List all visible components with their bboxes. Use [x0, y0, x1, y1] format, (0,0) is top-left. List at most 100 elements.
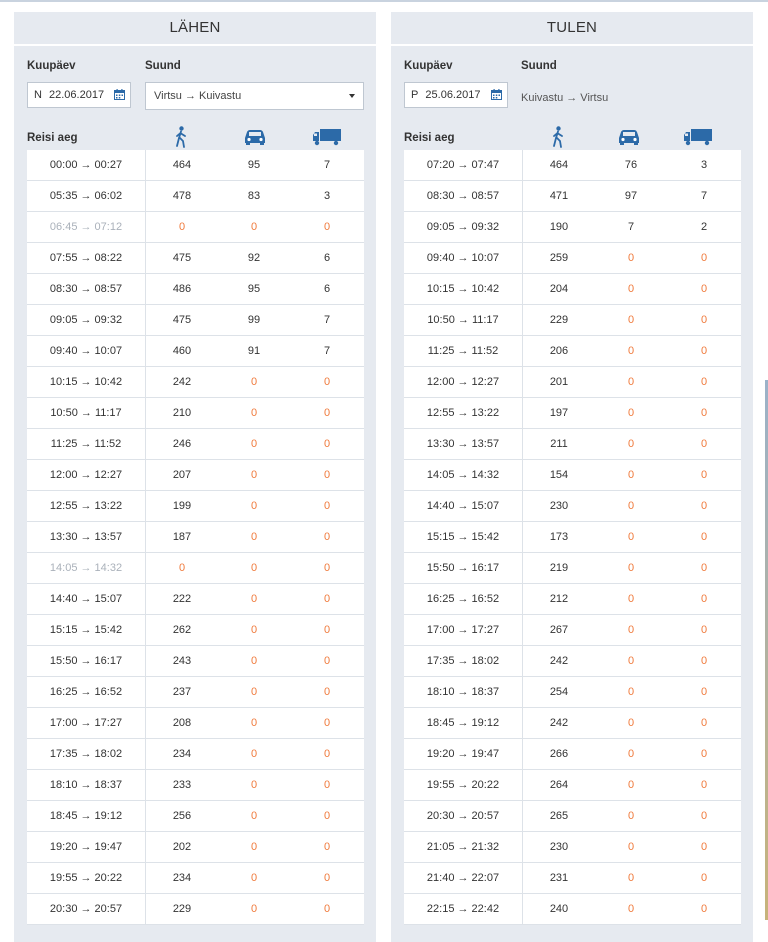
- table-row[interactable]: 12:00 → 12:27 201 0 0: [404, 367, 741, 398]
- passenger-count: 210: [172, 407, 192, 419]
- truck-count: 0: [323, 717, 331, 729]
- table-row[interactable]: 12:00 → 12:27 207 0 0: [27, 460, 364, 491]
- direction-select[interactable]: Virtsu → Kuivastu: [145, 82, 364, 110]
- table-row[interactable]: 12:55 → 13:22 197 0 0: [404, 398, 741, 429]
- passenger-count: 197: [549, 407, 569, 419]
- table-row[interactable]: 14:40 → 15:07 230 0 0: [404, 491, 741, 522]
- table-row[interactable]: 10:15 → 10:42 204 0 0: [404, 274, 741, 305]
- table-row[interactable]: 21:40 → 22:07 231 0 0: [404, 863, 741, 894]
- truck-count: 0: [323, 810, 331, 822]
- trip-time: 11:25 → 11:52: [404, 336, 523, 366]
- car-count: 0: [250, 841, 258, 853]
- calendar-icon[interactable]: [491, 89, 502, 100]
- truck-count: 0: [323, 531, 331, 543]
- departure-panel-title: LÄHEN: [14, 12, 376, 46]
- table-row[interactable]: 14:05 → 14:32 0 0 0: [27, 553, 364, 584]
- car-count: 0: [250, 500, 258, 512]
- table-row[interactable]: 17:35 → 18:02 234 0 0: [27, 739, 364, 770]
- table-row[interactable]: 16:25 → 16:52 212 0 0: [404, 584, 741, 615]
- table-row[interactable]: 13:30 → 13:57 187 0 0: [27, 522, 364, 553]
- car-count: 0: [250, 376, 258, 388]
- car-count: 0: [627, 500, 635, 512]
- table-row[interactable]: 19:55 → 20:22 264 0 0: [404, 770, 741, 801]
- truck-count: 0: [700, 686, 708, 698]
- table-row[interactable]: 07:55 → 08:22 475 92 6: [27, 243, 364, 274]
- table-row[interactable]: 09:40 → 10:07 259 0 0: [404, 243, 741, 274]
- truck-count: 0: [700, 562, 708, 574]
- truck-count: 0: [700, 283, 708, 295]
- truck-count: 0: [323, 748, 331, 760]
- table-row[interactable]: 12:55 → 13:22 199 0 0: [27, 491, 364, 522]
- truck-count: 0: [323, 562, 331, 574]
- return-date-input[interactable]: P 25.06.2017: [404, 82, 508, 108]
- passenger-count: 234: [172, 872, 192, 884]
- table-row[interactable]: 15:50 → 16:17 219 0 0: [404, 553, 741, 584]
- car-count: 0: [627, 252, 635, 264]
- table-row[interactable]: 20:30 → 20:57 229 0 0: [27, 894, 364, 925]
- table-row[interactable]: 15:50 → 16:17 243 0 0: [27, 646, 364, 677]
- table-row[interactable]: 09:05 → 09:32 475 99 7: [27, 305, 364, 336]
- passenger-count: 222: [172, 593, 192, 605]
- table-row[interactable]: 09:05 → 09:32 190 7 2: [404, 212, 741, 243]
- table-row[interactable]: 10:50 → 11:17 229 0 0: [404, 305, 741, 336]
- truck-count: 0: [700, 345, 708, 357]
- table-row[interactable]: 17:00 → 17:27 267 0 0: [404, 615, 741, 646]
- trip-time: 12:55 → 13:22: [27, 491, 146, 521]
- trip-time: 11:25 → 11:52: [27, 429, 146, 459]
- table-row[interactable]: 16:25 → 16:52 237 0 0: [27, 677, 364, 708]
- car-count: 0: [627, 593, 635, 605]
- table-row[interactable]: 10:15 → 10:42 242 0 0: [27, 367, 364, 398]
- table-row[interactable]: 17:35 → 18:02 242 0 0: [404, 646, 741, 677]
- table-row[interactable]: 14:40 → 15:07 222 0 0: [27, 584, 364, 615]
- table-row[interactable]: 22:15 → 22:42 240 0 0: [404, 894, 741, 925]
- table-row[interactable]: 18:45 → 19:12 256 0 0: [27, 801, 364, 832]
- table-row[interactable]: 11:25 → 11:52 206 0 0: [404, 336, 741, 367]
- truck-count: 0: [700, 624, 708, 636]
- table-row[interactable]: 17:00 → 17:27 208 0 0: [27, 708, 364, 739]
- passenger-count: 229: [172, 903, 192, 915]
- truck-count: 0: [700, 376, 708, 388]
- truck-count: 0: [323, 624, 331, 636]
- table-row[interactable]: 14:05 → 14:32 154 0 0: [404, 460, 741, 491]
- table-row[interactable]: 07:20 → 07:47 464 76 3: [404, 150, 741, 181]
- trip-time: 20:30 → 20:57: [27, 894, 146, 924]
- table-row[interactable]: 21:05 → 21:32 230 0 0: [404, 832, 741, 863]
- passenger-count: 240: [549, 903, 569, 915]
- car-count: 0: [627, 407, 635, 419]
- passenger-count: 201: [549, 376, 569, 388]
- table-row[interactable]: 19:20 → 19:47 266 0 0: [404, 739, 741, 770]
- car-count: 0: [250, 221, 258, 233]
- table-row[interactable]: 19:20 → 19:47 202 0 0: [27, 832, 364, 863]
- passenger-count: 460: [172, 345, 192, 357]
- table-row[interactable]: 20:30 → 20:57 265 0 0: [404, 801, 741, 832]
- table-row[interactable]: 15:15 → 15:42 173 0 0: [404, 522, 741, 553]
- passenger-count: 266: [549, 748, 569, 760]
- table-row[interactable]: 05:35 → 06:02 478 83 3: [27, 181, 364, 212]
- table-row[interactable]: 09:40 → 10:07 460 91 7: [27, 336, 364, 367]
- table-row[interactable]: 08:30 → 08:57 471 97 7: [404, 181, 741, 212]
- table-row[interactable]: 06:45 → 07:12 0 0 0: [27, 212, 364, 243]
- calendar-icon[interactable]: [114, 89, 125, 100]
- table-row[interactable]: 08:30 → 08:57 486 95 6: [27, 274, 364, 305]
- date-value: 22.06.2017: [49, 89, 105, 101]
- table-row[interactable]: 00:00 → 00:27 464 95 7: [27, 150, 364, 181]
- car-count: 91: [247, 345, 261, 357]
- date-weekday: P: [411, 89, 419, 101]
- truck-count: 0: [700, 655, 708, 667]
- car-count: 0: [627, 748, 635, 760]
- truck-count: 0: [323, 376, 331, 388]
- table-row[interactable]: 15:15 → 15:42 262 0 0: [27, 615, 364, 646]
- departure-date-input[interactable]: N 22.06.2017: [27, 82, 131, 108]
- table-row[interactable]: 11:25 → 11:52 246 0 0: [27, 429, 364, 460]
- table-row[interactable]: 18:10 → 18:37 254 0 0: [404, 677, 741, 708]
- table-row[interactable]: 19:55 → 20:22 234 0 0: [27, 863, 364, 894]
- car-icon: [619, 130, 639, 145]
- table-row[interactable]: 18:45 → 19:12 242 0 0: [404, 708, 741, 739]
- table-row[interactable]: 13:30 → 13:57 211 0 0: [404, 429, 741, 460]
- walking-person-icon: [176, 126, 186, 148]
- table-row[interactable]: 10:50 → 11:17 210 0 0: [27, 398, 364, 429]
- truck-count: 0: [700, 531, 708, 543]
- table-row[interactable]: 18:10 → 18:37 233 0 0: [27, 770, 364, 801]
- trip-time: 17:35 → 18:02: [27, 739, 146, 769]
- truck-count: 6: [323, 252, 331, 264]
